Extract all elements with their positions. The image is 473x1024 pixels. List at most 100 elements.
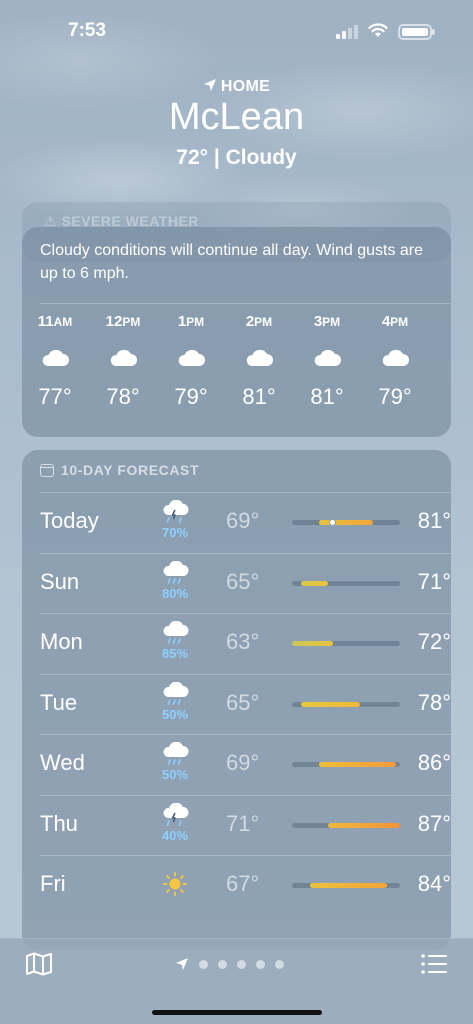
condition: 70% [150, 499, 200, 540]
day-label: Sun [40, 568, 80, 594]
home-location-label: HOME [0, 78, 473, 96]
low-temp: 69° [226, 508, 260, 533]
divider [40, 673, 451, 675]
hourly-forecast-card[interactable]: Cloudy conditions will continue all day.… [22, 227, 451, 437]
temp-range-bar [292, 883, 400, 888]
current-location-icon[interactable] [175, 957, 189, 971]
temp-range-bar [292, 762, 400, 767]
day-label: Fri [40, 871, 66, 896]
hour-temp: 79° [378, 384, 412, 409]
high-temp: 87° [417, 810, 451, 836]
day-label: Today [40, 508, 99, 533]
cloud-icon [380, 346, 410, 368]
hour-column: 2PM 81° [225, 313, 293, 410]
cloud-lightning-rain-icon [160, 499, 190, 526]
sun-icon [160, 871, 190, 897]
condition: 80% [150, 560, 200, 601]
cellular-signal-icon [336, 25, 358, 39]
divider [40, 855, 451, 856]
high-temp: 71° [417, 568, 451, 594]
precip-chance: 50% [161, 706, 189, 722]
precip-chance: 85% [161, 646, 189, 661]
cloud-icon [176, 346, 206, 368]
battery-icon [398, 24, 435, 40]
page-indicator[interactable] [175, 957, 284, 971]
home-indicator[interactable] [152, 1010, 322, 1015]
forecast-row[interactable]: Wed 50% 69° 86° [40, 734, 451, 794]
forecast-row[interactable]: Sun 80% 65° 71° [40, 552, 451, 613]
temp-range-fill [292, 641, 333, 646]
page-dot[interactable] [237, 959, 246, 969]
list-icon[interactable] [420, 952, 448, 976]
current-conditions: 72° | Cloudy [176, 146, 297, 169]
hourly-description: Cloudy conditions will continue all day.… [40, 242, 424, 282]
condition: 50% [150, 741, 200, 782]
city-name: McLean [168, 96, 305, 138]
condition: 50% [150, 681, 200, 722]
hour-column: 12PM 78° [89, 313, 157, 410]
precip-chance: 40% [161, 827, 189, 843]
ten-day-forecast-card[interactable]: 10-DAY FORECAST Today 70% 69° 81° Sun 80% 65° 7… [22, 450, 451, 950]
forecast-row[interactable]: Mon 85% 63° 72° [40, 613, 451, 673]
temp-range-fill [319, 520, 373, 525]
hour-temp: 78° [106, 384, 140, 409]
hour-temp: 81° [310, 384, 344, 409]
high-temp: 86° [417, 750, 451, 775]
page-dot[interactable] [256, 959, 265, 969]
map-icon[interactable] [25, 952, 53, 976]
low-temp: 65° [226, 568, 260, 594]
current-temp-dot [329, 519, 336, 526]
hour-time: 2PM [245, 313, 273, 330]
day-label: Mon [40, 629, 83, 654]
forecast-header: 10-DAY FORECAST [40, 462, 199, 478]
temp-range-bar [292, 519, 400, 526]
cloud-lightning-rain-icon [160, 802, 190, 829]
low-temp: 69° [226, 750, 260, 775]
home-label-text: HOME [220, 78, 271, 95]
hour-column: 1PM 79° [157, 313, 225, 410]
status-time: 7:53 [68, 20, 107, 41]
cloud-rain-icon [160, 741, 190, 768]
hour-time: 3PM [313, 313, 341, 330]
temp-range-bar [292, 822, 400, 828]
calendar-icon [40, 463, 54, 477]
temp-range-fill [328, 822, 400, 828]
low-temp: 71° [226, 810, 260, 836]
cloud-rain-icon [160, 560, 190, 587]
page-dot[interactable] [275, 959, 284, 969]
hour-column: 4PM 79° [361, 313, 429, 410]
status-bar: 7:53 [0, 0, 473, 60]
temp-range-bar [292, 701, 400, 707]
cloud-icon [108, 346, 138, 368]
divider [40, 552, 451, 554]
low-temp: 63° [226, 629, 260, 654]
temp-range-bar [292, 580, 400, 586]
forecast-row[interactable]: Thu 40% 71° 87° [40, 794, 451, 855]
divider [40, 492, 451, 493]
cloud-rain-icon [160, 620, 190, 647]
hour-column: 3PM 81° [293, 313, 361, 410]
precip-chance: 80% [161, 585, 189, 601]
hour-time: 11AM [37, 313, 73, 330]
temp-range-bar [292, 641, 400, 646]
divider [40, 613, 451, 614]
condition: 40% [150, 802, 200, 843]
wifi-icon [368, 23, 388, 37]
precip-chance: 50% [161, 767, 189, 782]
high-temp: 81° [417, 508, 451, 533]
day-label: Thu [40, 810, 78, 836]
hour-time: 12PM [105, 313, 141, 330]
hour-temp: 81° [242, 384, 276, 409]
forecast-row[interactable]: Tue 50% 65° 78° [40, 673, 451, 734]
forecast-row[interactable]: Fri 67° 84° [40, 855, 451, 915]
hour-time: 4PM [381, 313, 409, 330]
divider [40, 734, 451, 735]
temp-range-fill [301, 580, 328, 586]
page-dot[interactable] [218, 959, 227, 969]
forecast-row[interactable]: Today 70% 69° 81° [40, 492, 451, 552]
hour-time: 1PM [177, 313, 205, 330]
page-dot[interactable] [199, 959, 208, 969]
divider [40, 303, 451, 304]
divider [40, 794, 451, 796]
cloud-rain-icon [160, 681, 190, 708]
